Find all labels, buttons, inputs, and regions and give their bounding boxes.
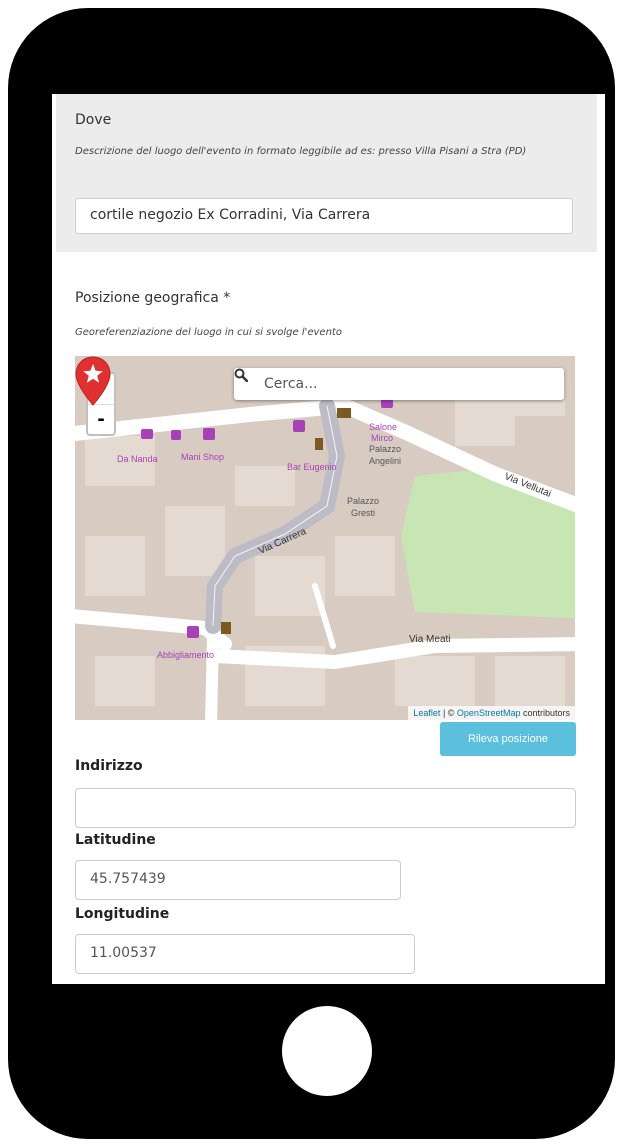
phone-screen: Dove Descrizione del luogo dell'evento i… xyxy=(52,94,605,984)
search-icon xyxy=(234,368,248,382)
map-label-palazzo-gresti-2: Gresti xyxy=(351,508,376,518)
osm-link[interactable]: OpenStreetMap xyxy=(457,708,521,718)
map-label-via-meati: Via Meati xyxy=(409,634,451,645)
home-button[interactable] xyxy=(282,1006,372,1096)
attribution-separator: | © xyxy=(440,708,457,718)
phone-frame: Dove Descrizione del luogo dell'evento i… xyxy=(8,8,615,1139)
map-label-abbigliamento: Abbigliamento xyxy=(157,650,215,660)
posizione-description: Georeferenziazione del luogo in cui si s… xyxy=(75,327,342,338)
dove-section: Dove Descrizione del luogo dell'evento i… xyxy=(56,94,597,252)
map-search-placeholder: Cerca... xyxy=(264,376,318,392)
map-search-input[interactable]: Cerca... xyxy=(234,368,564,400)
map-tiles xyxy=(75,356,575,720)
map-label-salone-2: Mirco xyxy=(371,433,393,443)
map-label-palazzo-angelini: Palazzo xyxy=(369,444,402,454)
map-label-palazzo-gresti: Palazzo xyxy=(347,496,380,506)
map-label-palazzo-angelini-2: Angelini xyxy=(369,456,402,466)
longitudine-label: Longitudine xyxy=(75,906,170,922)
dove-description: Descrizione del luogo dell'evento in for… xyxy=(75,146,527,157)
attribution-contributors: contributors xyxy=(520,708,570,718)
latitudine-input[interactable]: 45.757439 xyxy=(75,860,401,900)
rileva-posizione-button[interactable]: Rileva posizione xyxy=(440,722,576,756)
map[interactable]: Da Nanda Mani Shop Bar Eugenio Salone Mi… xyxy=(75,356,575,720)
zoom-out-button[interactable]: - xyxy=(88,405,114,435)
map-label-salone: Salone xyxy=(369,422,398,432)
indirizzo-label: Indirizzo xyxy=(75,758,143,774)
map-label-bar: Bar Eugenio xyxy=(287,462,337,472)
leaflet-link[interactable]: Leaflet xyxy=(413,708,440,718)
dove-input[interactable]: cortile negozio Ex Corradini, Via Carrer… xyxy=(75,198,573,234)
location-marker-icon[interactable] xyxy=(75,356,111,406)
longitudine-input[interactable]: 11.00537 xyxy=(75,934,415,974)
map-attribution: Leaflet | © OpenStreetMap contributors xyxy=(408,706,575,720)
dove-title: Dove xyxy=(75,112,112,128)
indirizzo-input[interactable] xyxy=(75,788,576,828)
latitudine-label: Latitudine xyxy=(75,832,156,848)
map-label-da-nanda: Da Nanda xyxy=(117,454,158,464)
map-label-mani-shop: Mani Shop xyxy=(181,452,225,462)
posizione-title: Posizione geografica * xyxy=(75,290,231,306)
